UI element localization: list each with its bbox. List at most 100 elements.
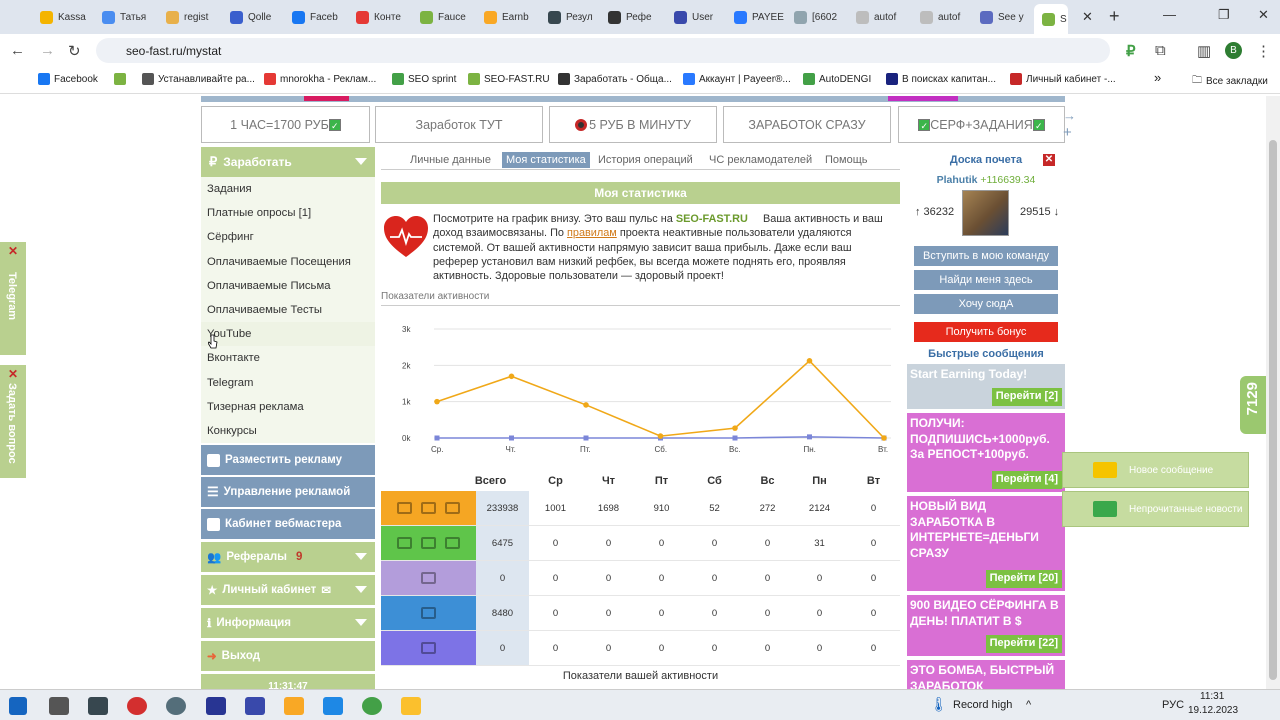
browser-tab[interactable]: S <box>1034 4 1068 34</box>
forward-icon[interactable]: → <box>40 42 55 59</box>
sidebar-cabinet[interactable]: ★ Личный кабинет ✉ <box>201 575 375 606</box>
promo-go-button[interactable]: Перейти [20] <box>985 570 1062 588</box>
mail-app-icon[interactable] <box>88 697 108 715</box>
browser-tab[interactable]: See y <box>972 5 1034 29</box>
sidebar-earn-header[interactable]: ₽ Заработать <box>201 147 375 177</box>
bookmark-item[interactable]: В поисках капитан... <box>886 73 996 85</box>
bookmark-item[interactable]: Facebook <box>38 73 98 85</box>
windows-start-icon[interactable] <box>9 697 27 715</box>
browser-tab[interactable]: Qolle <box>222 5 284 29</box>
minimize-icon[interactable]: — <box>1163 7 1176 22</box>
close-icon[interactable]: ✕ <box>8 244 18 258</box>
extension-icon[interactable]: ₽ <box>1126 42 1136 60</box>
tab-my-stats[interactable]: Моя статистика <box>502 152 590 168</box>
top-button-surf[interactable]: ✓ СЕРФ+ЗАДАНИЯ ✓ <box>898 106 1065 143</box>
sidebar-item[interactable]: Тизерная реклама <box>201 395 375 419</box>
back-icon[interactable]: ← <box>10 42 25 59</box>
close-icon[interactable]: ✕ <box>8 367 18 381</box>
save-app-icon[interactable] <box>245 697 265 715</box>
tab-help[interactable]: Помощь <box>821 152 872 168</box>
sidebar-manage-ad[interactable]: ☰ Управление рекламой <box>201 477 375 508</box>
sidebar-item[interactable]: Telegram <box>201 371 375 395</box>
sidebar-item[interactable]: Платные опросы [1] <box>201 201 375 225</box>
browser-tab[interactable]: Faceb <box>284 5 348 29</box>
bookmark-item[interactable] <box>114 73 126 85</box>
close-tab-icon[interactable]: ✕ <box>1082 9 1093 25</box>
sidebar-item[interactable]: Оплачиваемые Письма <box>201 274 375 298</box>
promo-block[interactable]: 900 ВИДЕО СЁРФИНГА В ДЕНЬ! ПЛАТИТ В $ Пер… <box>907 595 1065 656</box>
bookmark-item[interactable]: SEO-FAST.RU <box>468 73 550 85</box>
app-icon[interactable] <box>401 697 421 715</box>
browser-tab[interactable]: autof <box>912 5 972 29</box>
sidebar-logout[interactable]: ➜ Выход <box>201 641 375 672</box>
promo-block[interactable]: Start Earning Today! Перейти [2] <box>907 364 1065 409</box>
folder-icon[interactable] <box>284 697 304 715</box>
bookmark-item[interactable]: Аккаунт | Payeer®... <box>683 73 791 85</box>
sidebar-item[interactable]: YouTube <box>201 322 375 347</box>
language-indicator[interactable]: РУС <box>1162 699 1184 711</box>
plus-icon[interactable]: + <box>1063 124 1072 141</box>
find-me-button[interactable]: Найди меня здесь <box>914 270 1058 290</box>
tab-history[interactable]: История операций <box>594 152 697 168</box>
promo-block[interactable]: ПОЛУЧИ: ПОДПИШИСЬ+1000руб. За РЕПОСТ+100… <box>907 413 1065 492</box>
sidebar-item[interactable]: Оплачиваемые Тесты <box>201 298 375 322</box>
top-button-earn-here[interactable]: Заработок ТУТ <box>375 106 543 143</box>
profile-avatar[interactable]: B <box>1225 42 1242 59</box>
browser-tab[interactable]: autof <box>848 5 912 29</box>
browser-tab[interactable]: PAYEE <box>726 5 786 29</box>
unread-news-button[interactable]: Непрочитанные новости <box>1062 491 1249 527</box>
bookmark-item[interactable]: AutoDENGI <box>803 73 871 85</box>
task-view-icon[interactable] <box>49 697 69 715</box>
counter-badge[interactable]: 7129 <box>1240 376 1266 434</box>
browser-tab[interactable]: Конте <box>348 5 412 29</box>
extensions-puzzle-icon[interactable]: ⧉ <box>1155 42 1166 59</box>
tab-personal[interactable]: Личные данные <box>406 152 495 168</box>
top-button-instant[interactable]: ЗАРАБОТОК СРАЗУ <box>723 106 891 143</box>
browser-tab[interactable]: Earnb <box>476 5 540 29</box>
promo-block[interactable]: НОВЫЙ ВИД ЗАРАБОТКА В ИНТЕРНЕТЕ=ДЕНЬГИ С… <box>907 496 1065 591</box>
new-tab-button[interactable]: + <box>1109 6 1120 27</box>
promo-go-button[interactable]: Перейти [4] <box>991 471 1062 489</box>
opera-icon[interactable] <box>127 697 147 715</box>
sidebar-info[interactable]: ℹ Информация <box>201 608 375 639</box>
join-team-button[interactable]: Вступить в мою команду <box>914 246 1058 266</box>
clock-date[interactable]: 19.12.2023 <box>1188 705 1238 716</box>
url-field[interactable]: seo-fast.ru/mystat <box>96 38 1110 63</box>
app-icon[interactable] <box>166 697 186 715</box>
get-bonus-button[interactable]: Получить бонус <box>914 322 1058 342</box>
clock-time[interactable]: 11:31 <box>1200 691 1224 702</box>
sidebar-item[interactable]: Сёрфинг <box>201 225 375 249</box>
promo-block[interactable]: ЭТО БОМБА, БЫСТРЫЙ ЗАРАБОТОК <box>907 660 1065 693</box>
reload-icon[interactable]: ↻ <box>68 42 81 60</box>
bookmark-item[interactable]: Личный кабинет -... <box>1010 73 1116 85</box>
promo-go-button[interactable]: Перейти [22] <box>985 635 1062 653</box>
scroll-thumb[interactable] <box>1269 140 1277 680</box>
browser-tab[interactable]: Резул <box>540 5 600 29</box>
side-panel-icon[interactable]: ▥ <box>1197 42 1211 60</box>
honor-user[interactable]: Plahutik +116639.34 <box>907 174 1065 186</box>
close-icon[interactable]: ✕ <box>1043 154 1055 166</box>
browser-tab[interactable]: Рефе <box>600 5 666 29</box>
avatar[interactable] <box>962 190 1009 236</box>
browser-tab[interactable]: Татья <box>94 5 158 29</box>
window-close-icon[interactable]: ✕ <box>1258 7 1269 23</box>
scroll-arrow-icon[interactable]: → <box>1063 108 1076 123</box>
browser-tab[interactable]: [6602 <box>786 5 848 29</box>
sidebar-referrals[interactable]: 👥 Рефералы 9 <box>201 542 375 573</box>
want-here-button[interactable]: Хочу сюдА <box>914 294 1058 314</box>
sidebar-place-ad[interactable]: Разместить рекламу <box>201 445 375 476</box>
telegram-widget[interactable]: ✕ Telegram <box>0 242 26 355</box>
bookmarks-overflow-icon[interactable]: » <box>1154 70 1161 85</box>
weather-text[interactable]: Record high <box>953 699 1012 711</box>
sidebar-item[interactable]: Оплачиваемые Посещения <box>201 250 375 274</box>
bookmark-item[interactable]: mnorokha - Реклам... <box>264 73 376 85</box>
top-button-hour[interactable]: 1 ЧАС=1700 РУБ ✓ <box>201 106 370 143</box>
browser-tab[interactable]: regist <box>158 5 222 29</box>
app-icon[interactable] <box>323 697 343 715</box>
menu-icon[interactable]: ⋮ <box>1256 42 1271 60</box>
page-scrollbar[interactable] <box>1266 96 1280 689</box>
promo-go-button[interactable]: Перейти [2] <box>991 388 1062 406</box>
sidebar-item[interactable]: Задания <box>201 177 375 201</box>
app-icon[interactable] <box>206 697 226 715</box>
sidebar-item[interactable]: Конкурсы <box>201 419 375 443</box>
